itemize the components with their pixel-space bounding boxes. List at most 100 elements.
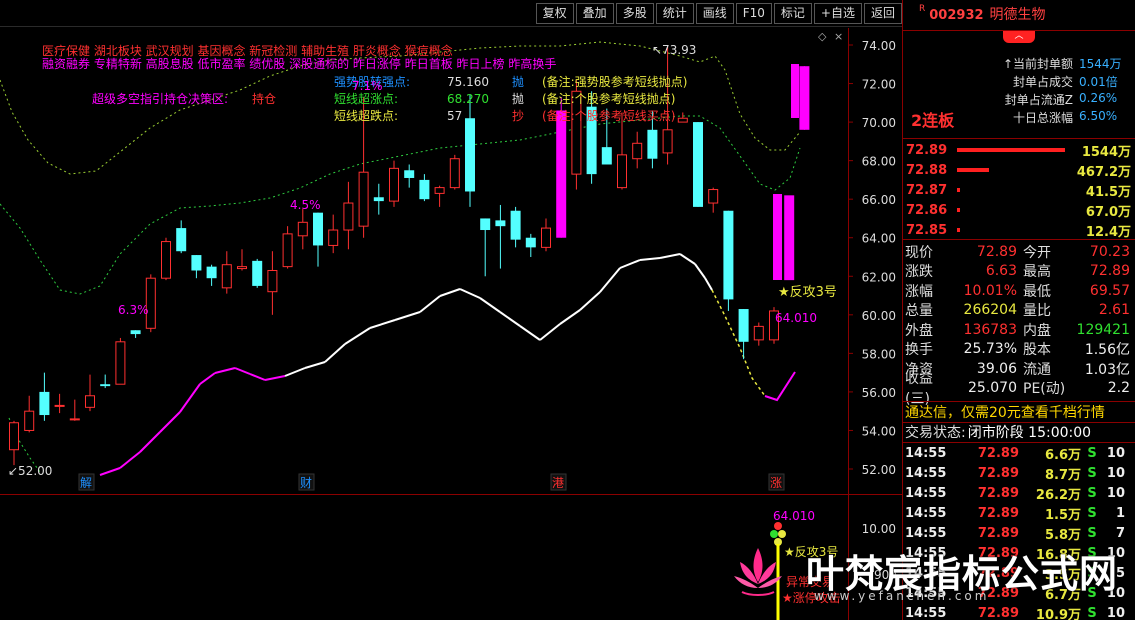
candle[interactable] [693,122,703,207]
candle[interactable] [282,226,293,269]
candle[interactable] [632,131,643,169]
candle[interactable] [434,185,445,207]
tick-volume: 8.7万 [1044,467,1081,483]
limit-stat-label: 封单占流通Z [1004,93,1073,107]
quote-value: 69.57 [1089,282,1130,299]
toolbar-button-3[interactable]: 统计 [655,3,694,24]
candle[interactable] [191,255,202,279]
bid-volume-fill [957,228,961,232]
candle[interactable] [419,174,430,202]
limit-attack-label: ★涨停攻击 [782,590,841,605]
tick-volume: 10.9万 [1035,607,1081,620]
kline-chart[interactable]: 74.00 72.00 70.00 68.00 66.00 64.00 62.00 60.00… [0,28,902,620]
candle[interactable] [100,374,111,389]
candle[interactable] [206,264,217,286]
candle[interactable] [328,214,339,254]
chart-canvas[interactable]: 74.00 72.00 70.00 68.00 66.00 64.00 62.00 60.00… [0,28,902,620]
tick-volume: 16.8万 [1035,547,1081,563]
quote-row: 收益(三) 25.070 PE(动) 2.2 [903,371,1135,407]
limit-stat-value: 0.01倍 [1079,75,1118,89]
limit-stat-value: 6.50% [1079,109,1118,123]
tick-list[interactable]: 14:55 72.89 6.6万 S 10 14:55 72.89 8.7万 S 10 14:55 7… [903,443,1135,620]
toolbar-button-8[interactable]: 返回 [863,3,902,24]
candle[interactable] [161,237,171,281]
tick-row: 14:55 72.89 6.6万 S 10 [903,443,1135,463]
candle[interactable] [9,420,19,466]
candle[interactable] [313,212,323,267]
toolbar-button-7[interactable]: +自选 [813,3,862,24]
candle[interactable] [115,337,126,385]
candle[interactable] [617,112,627,190]
toolbar-button-4[interactable]: 画线 [695,3,734,24]
candle[interactable] [799,66,810,130]
close-icon[interactable]: × [834,30,843,43]
candle[interactable] [176,220,187,254]
counter-attack-label: ★反攻3号 [778,285,837,300]
candle[interactable] [69,399,80,421]
price-axis-label: 64.00 [862,232,896,246]
candle[interactable] [404,164,415,188]
toolbar-button-5[interactable]: F10 [735,3,772,24]
order-book-row[interactable]: 72.85 12.4万 [903,220,1135,240]
limit-candle[interactable] [791,64,799,118]
tick-price: 72.89 [977,485,1019,501]
candle[interactable] [252,258,263,288]
candle[interactable] [738,309,749,360]
stock-header[interactable]: R 002932 明德生物 [903,0,1135,31]
candle[interactable] [753,322,764,346]
candle[interactable] [541,218,551,252]
order-book-row[interactable]: 72.86 67.0万 [903,200,1135,220]
trade-status: 交易状态: 闭市阶段 15:00:00 [903,423,1135,443]
quote-label: PE(动) [1023,381,1066,398]
candle[interactable] [54,393,65,414]
candle[interactable] [297,208,308,250]
order-book-row[interactable]: 72.87 41.5万 [903,180,1135,200]
bid-volume-fill [957,148,1065,152]
candle[interactable] [267,251,278,315]
candle[interactable] [449,154,460,190]
tick-volume: 1.5万 [1044,507,1081,523]
limit-candle[interactable] [773,194,782,280]
candle[interactable] [723,210,734,311]
quote-value: 266204 [963,302,1017,319]
event-marker[interactable]: 解 [78,473,95,491]
candle[interactable] [221,251,232,294]
candle[interactable] [495,204,506,269]
candle[interactable] [465,95,475,207]
candle[interactable] [373,183,384,215]
tick-time: 14:55 [905,505,947,521]
candle[interactable] [130,330,141,338]
candle[interactable] [237,249,247,271]
candle[interactable] [480,218,491,277]
event-marker[interactable]: 财 [298,473,315,491]
candle[interactable] [389,160,399,207]
candle[interactable] [525,233,536,257]
quote-value: 136783 [963,321,1017,338]
candle[interactable] [677,112,688,123]
toolbar-button-0[interactable]: 复权 [535,3,574,24]
candle[interactable] [39,372,50,421]
promo-banner[interactable]: 通达信，仅需20元查看千档行情 [903,401,1135,423]
candle[interactable] [24,395,35,433]
candle[interactable] [85,374,95,412]
sub-counter-label: ★反攻3号 [784,545,838,559]
bid-price: 72.89 [906,142,948,158]
toolbar-button-1[interactable]: 叠加 [575,3,614,24]
tick-row: 14:55 72.89 5.8万 S 7 [903,523,1135,543]
toolbar-button-2[interactable]: 多股 [615,3,654,24]
bid-volume-bar [951,140,1065,160]
candle[interactable] [510,206,521,248]
event-marker[interactable]: 涨 [768,473,785,491]
candle[interactable] [708,187,719,213]
price-axis-label: 72.00 [862,78,896,92]
event-marker[interactable]: 港 [550,473,567,491]
indicator-name: 短线超涨点: [334,91,398,106]
candles [9,46,810,466]
toolbar-button-6[interactable]: 标记 [773,3,812,24]
candle[interactable] [784,195,795,281]
diamond-icon[interactable]: ◇ [818,30,827,43]
low-price-label: ↙52.00 [8,464,52,478]
order-book-row[interactable]: 72.89 1544万 [903,140,1135,160]
candle[interactable] [343,181,354,250]
order-book-row[interactable]: 72.88 467.2万 [903,160,1135,180]
